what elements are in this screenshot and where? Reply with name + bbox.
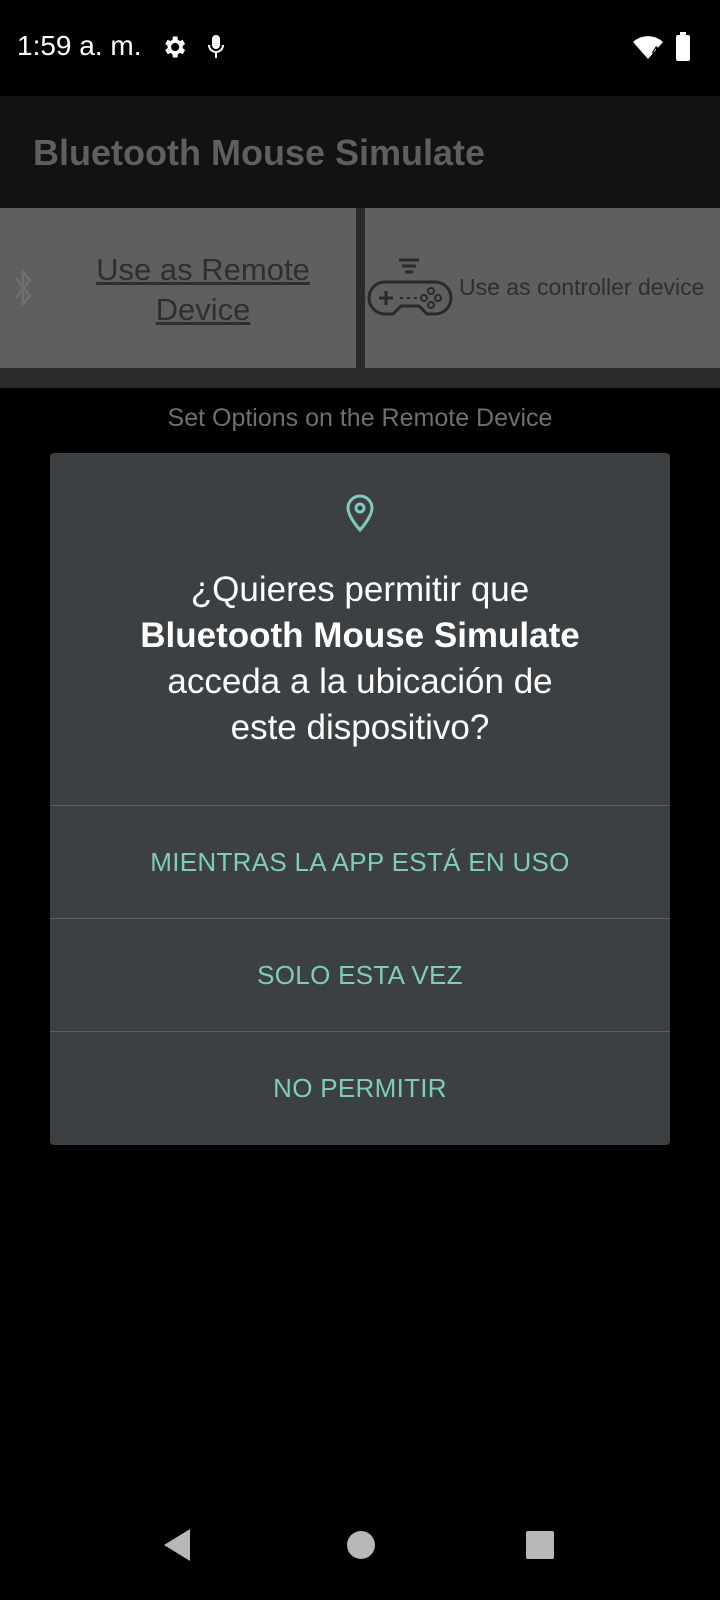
home-icon[interactable] bbox=[346, 1530, 376, 1565]
dialog-title: ¿Quieres permitir que Bluetooth Mouse Si… bbox=[80, 567, 640, 751]
location-permission-dialog: ¿Quieres permitir que Bluetooth Mouse Si… bbox=[50, 453, 670, 1145]
remote-label-line2: Device bbox=[155, 292, 251, 327]
dialog-title-line1: ¿Quieres permitir que bbox=[190, 570, 530, 609]
options-text: Set Options on the Remote Device bbox=[167, 404, 553, 432]
dialog-title-line4: este dispositivo? bbox=[230, 708, 490, 747]
use-as-controller-button[interactable]: Use as controller device bbox=[365, 208, 720, 368]
location-pin-icon bbox=[344, 493, 376, 538]
deny-button[interactable]: NO PERMITIR bbox=[50, 1031, 670, 1144]
mic-icon bbox=[206, 33, 226, 66]
bluetooth-icon bbox=[12, 268, 36, 313]
app-title: Bluetooth Mouse Simulate bbox=[33, 132, 486, 173]
only-this-time-button[interactable]: SOLO ESTA VEZ bbox=[50, 918, 670, 1031]
wifi-icon bbox=[632, 34, 664, 65]
gamepad-icon bbox=[367, 256, 453, 327]
app-bar: Bluetooth Mouse Simulate bbox=[0, 96, 720, 208]
dialog-title-line3: acceda a la ubicación de bbox=[167, 662, 553, 701]
gear-icon bbox=[160, 33, 188, 66]
allow-while-using-button[interactable]: MIENTRAS LA APP ESTÁ EN USO bbox=[50, 805, 670, 918]
use-as-controller-label: Use as controller device bbox=[459, 274, 705, 300]
navigation-bar bbox=[0, 1480, 720, 1600]
wifi-badge: 4 bbox=[652, 44, 659, 58]
use-as-remote-button[interactable]: Use as Remote Device bbox=[0, 208, 356, 368]
status-time: 1:59 a. m. bbox=[17, 30, 142, 61]
back-icon[interactable] bbox=[162, 1527, 192, 1568]
recents-icon[interactable] bbox=[525, 1530, 555, 1565]
remote-label-line1: Use as Remote bbox=[96, 252, 310, 287]
status-bar: 1:59 a. m. 4 bbox=[0, 0, 720, 96]
battery-icon bbox=[675, 32, 691, 67]
dialog-title-app-name: Bluetooth Mouse Simulate bbox=[140, 616, 580, 655]
use-as-remote-label: Use as Remote Device bbox=[70, 250, 336, 330]
